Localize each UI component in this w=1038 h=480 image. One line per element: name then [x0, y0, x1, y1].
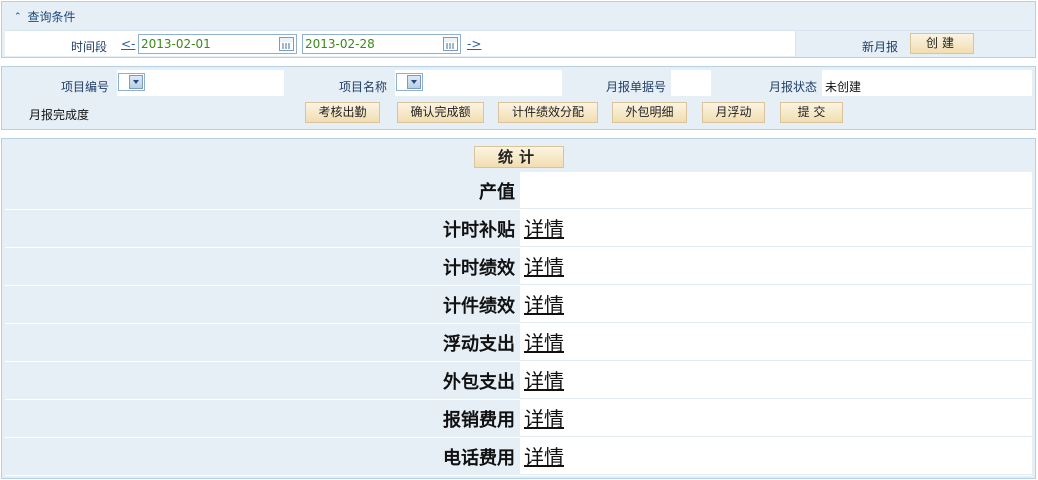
hourly-performance-label: 计时绩效: [5, 248, 519, 285]
new-month-report-cell: 新月报 创建: [795, 31, 1032, 57]
outsourcing-expense-label: 外包支出: [5, 362, 519, 399]
project-name-label-cell: 项目名称: [285, 70, 395, 96]
table-row: 外包支出 详情: [5, 362, 1032, 400]
start-date-value: 2013-02-01: [141, 37, 211, 51]
reimbursement-expense-cell: 详情: [520, 400, 1032, 437]
output-value-cell: [520, 172, 1032, 209]
table-row: 电话费用 详情: [5, 438, 1032, 476]
hourly-subsidy-label: 计时补贴: [5, 210, 519, 247]
collapse-chevron-icon[interactable]: ⌃: [14, 12, 22, 22]
end-date-input[interactable]: 2013-02-28: [302, 34, 461, 54]
calendar-icon[interactable]: [279, 37, 294, 51]
output-value-label: 产值: [5, 172, 519, 209]
phone-expense-cell: 详情: [520, 438, 1032, 475]
table-row: 产值: [5, 172, 1032, 210]
reimbursement-expense-detail-link[interactable]: 详情: [524, 407, 564, 431]
project-info-panel: 项目编号 项目名称 月报单据号 月报状态 未创建 月报完成度 考核出勤 确认完成…: [1, 66, 1036, 130]
previous-period-link[interactable]: <-: [121, 37, 135, 51]
calendar-icon[interactable]: [443, 37, 458, 51]
next-period-link[interactable]: ->: [467, 37, 481, 51]
outsourcing-expense-cell: 详情: [520, 362, 1032, 399]
statistics-button[interactable]: 统计: [474, 146, 564, 168]
start-date-input[interactable]: 2013-02-01: [138, 34, 297, 54]
statistics-panel: 统计 产值 计时补贴 详情 计时绩效 详情 计件绩效 详情 浮动支出 详情 外包…: [1, 138, 1036, 479]
project-no-label-cell: 项目编号: [5, 70, 117, 96]
dropdown-arrow-icon[interactable]: [407, 75, 421, 89]
hourly-subsidy-detail-link[interactable]: 详情: [524, 217, 564, 241]
query-conditions-panel: ⌃ 查询条件 时间段 <- 2013-02-01 2013-02-28 -> 新…: [1, 1, 1036, 58]
project-no-label: 项目编号: [61, 80, 110, 94]
completion-label: 月报完成度: [29, 108, 90, 122]
report-no-value-cell: [671, 70, 711, 96]
hourly-subsidy-cell: 详情: [520, 210, 1032, 247]
report-status-label-cell: 月报状态: [712, 70, 822, 96]
report-status-cell: 未创建: [822, 70, 1032, 96]
statistics-table: 产值 计时补贴 详情 计时绩效 详情 计件绩效 详情 浮动支出 详情 外包支出 …: [5, 172, 1032, 476]
project-name-label: 项目名称: [339, 80, 388, 94]
monthly-float-button[interactable]: 月浮动: [702, 102, 765, 123]
project-name-cell: [395, 70, 562, 96]
reimbursement-expense-label: 报销费用: [5, 400, 519, 437]
completion-row: 月报完成度 考核出勤 确认完成额 计件绩效分配 外包明细 月浮动 提 交: [5, 98, 1032, 126]
project-no-cell: [117, 70, 284, 96]
report-no-label: 月报单据号: [606, 80, 667, 94]
phone-expense-label: 电话费用: [5, 438, 519, 475]
report-no-label-cell: 月报单据号: [563, 70, 671, 96]
floating-expense-label: 浮动支出: [5, 324, 519, 361]
table-row: 浮动支出 详情: [5, 324, 1032, 362]
floating-expense-detail-link[interactable]: 详情: [524, 331, 564, 355]
phone-expense-detail-link[interactable]: 详情: [524, 445, 564, 469]
project-no-select[interactable]: [118, 73, 145, 91]
end-date-value: 2013-02-28: [305, 37, 375, 51]
piecework-allocation-button[interactable]: 计件绩效分配: [498, 102, 598, 123]
hourly-performance-cell: 详情: [520, 248, 1032, 285]
piecework-performance-detail-link[interactable]: 详情: [524, 293, 564, 317]
new-month-report-label: 新月报: [862, 40, 899, 54]
hourly-performance-detail-link[interactable]: 详情: [524, 255, 564, 279]
piecework-performance-cell: 详情: [520, 286, 1032, 323]
report-status-label: 月报状态: [769, 80, 818, 94]
table-row: 计时绩效 详情: [5, 248, 1032, 286]
table-row: 报销费用 详情: [5, 400, 1032, 438]
dropdown-arrow-icon[interactable]: [129, 75, 143, 89]
confirm-completion-button[interactable]: 确认完成额: [397, 102, 484, 123]
floating-expense-cell: 详情: [520, 324, 1032, 361]
time-range-label: 时间段: [71, 40, 108, 54]
outsourcing-detail-button[interactable]: 外包明细: [612, 102, 687, 123]
report-status-value: 未创建: [825, 80, 862, 94]
query-conditions-title: 查询条件: [27, 10, 76, 24]
submit-button[interactable]: 提 交: [780, 102, 843, 123]
create-button[interactable]: 创建: [910, 33, 974, 54]
piecework-performance-label: 计件绩效: [5, 286, 519, 323]
attendance-check-button[interactable]: 考核出勤: [305, 102, 380, 123]
project-name-select[interactable]: [396, 73, 423, 91]
project-fields-row: 项目编号 项目名称 月报单据号 月报状态 未创建: [5, 70, 1032, 96]
table-row: 计时补贴 详情: [5, 210, 1032, 248]
table-row: 计件绩效 详情: [5, 286, 1032, 324]
date-range-row: 时间段 <- 2013-02-01 2013-02-28 -> 新月报 创建: [5, 30, 1032, 57]
outsourcing-expense-detail-link[interactable]: 详情: [524, 369, 564, 393]
query-conditions-header[interactable]: ⌃ 查询条件: [14, 8, 76, 25]
